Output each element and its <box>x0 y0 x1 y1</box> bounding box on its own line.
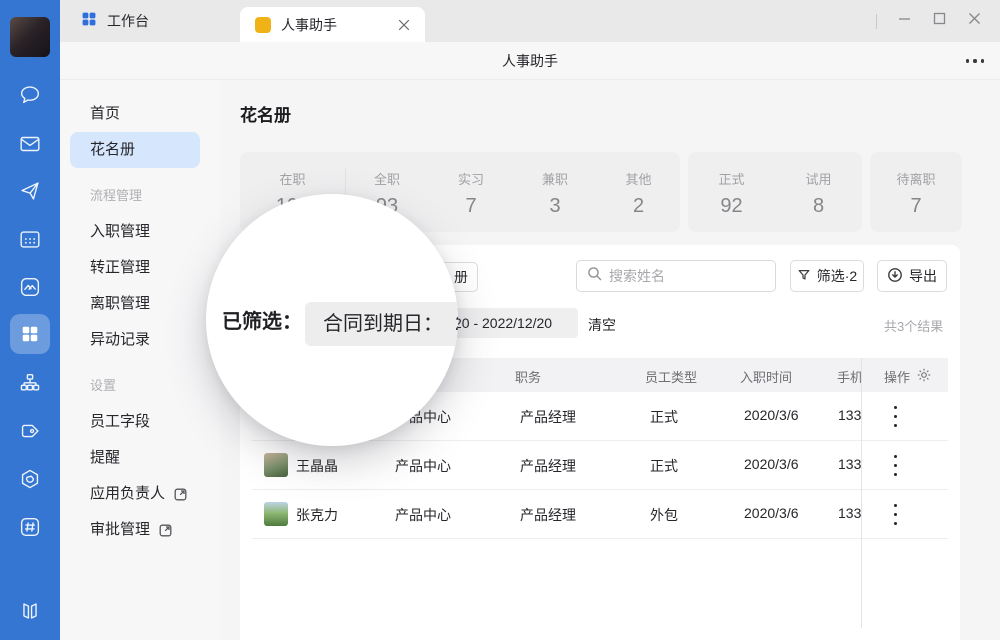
hr-app-icon <box>255 17 271 33</box>
tab-hr-assistant-label: 人事助手 <box>281 15 337 35</box>
package-icon[interactable] <box>0 464 60 494</box>
apps-grid-icon-active[interactable] <box>10 314 50 354</box>
minimize-button[interactable] <box>897 11 912 31</box>
funnel-icon <box>797 268 811 285</box>
mail-icon[interactable] <box>0 129 60 159</box>
stat-intern[interactable]: 实习 7 <box>429 152 513 232</box>
row-actions-kebab-icon[interactable] <box>889 455 901 476</box>
org-chart-icon[interactable] <box>0 368 60 398</box>
sidebar-item-app-owner[interactable]: 应用负责人 <box>60 476 220 512</box>
tab-strip: 工作台 人事助手 <box>60 0 1000 42</box>
bank-icon[interactable] <box>0 596 60 626</box>
export-button[interactable]: 导出 <box>877 260 947 292</box>
sidebar-item-regularization[interactable]: 转正管理 <box>60 250 220 286</box>
employee-avatar <box>264 453 288 477</box>
user-avatar[interactable] <box>10 17 50 57</box>
app-title: 人事助手 <box>60 42 1000 80</box>
filter-button[interactable]: 筛选·2 <box>790 260 864 292</box>
magnified-filtered-label: 已筛选： <box>222 305 302 334</box>
clear-filters-link[interactable]: 清空 <box>588 315 616 335</box>
hash-icon[interactable] <box>0 512 60 542</box>
col-title: 职务 <box>515 367 541 386</box>
window-controls <box>876 0 982 42</box>
chat-icon[interactable] <box>0 80 60 110</box>
external-link-icon <box>173 487 188 502</box>
tab-close-icon[interactable] <box>398 19 410 31</box>
workbench-grid-icon <box>80 10 98 33</box>
external-link-icon <box>158 523 173 538</box>
calendar-icon[interactable] <box>0 224 60 254</box>
search-box[interactable] <box>576 260 776 292</box>
sidebar-item-roster[interactable]: 花名册 <box>60 132 220 168</box>
filter-chip-date-range: 20 - 2022/12/20 <box>440 308 578 338</box>
close-window-button[interactable] <box>967 11 982 31</box>
sidebar-item-home[interactable]: 首页 <box>60 96 220 132</box>
search-input[interactable] <box>609 268 769 284</box>
search-icon <box>587 266 602 286</box>
magnified-filter-chip: 合同到期日：202 <box>305 302 458 346</box>
result-count: 共3个结果 <box>884 316 943 335</box>
magnifier-lens-overlay: 已筛选： 合同到期日：202 <box>206 194 458 446</box>
sidebar-section-process: 流程管理 <box>60 178 220 214</box>
page-title: 花名册 <box>240 101 291 126</box>
tag-icon[interactable] <box>0 416 60 446</box>
maximize-button[interactable] <box>932 11 947 31</box>
download-icon <box>887 267 903 286</box>
controls-divider <box>876 14 877 29</box>
sidebar-item-resignation[interactable]: 离职管理 <box>60 286 220 322</box>
sidebar-item-transfer-records[interactable]: 异动记录 <box>60 322 220 358</box>
row-actions-kebab-icon[interactable] <box>889 504 901 525</box>
table-row[interactable]: 张克力 产品中心 产品经理 外包 2020/3/6 1335 <box>252 490 948 539</box>
stat-regular[interactable]: 正式 92 <box>688 152 775 232</box>
column-settings-gear-icon[interactable] <box>916 367 932 388</box>
gallery-icon[interactable] <box>0 272 60 302</box>
send-icon[interactable] <box>0 176 60 206</box>
row-actions-kebab-icon[interactable] <box>889 406 901 427</box>
tab-hr-assistant[interactable]: 人事助手 <box>240 7 425 42</box>
col-actions: 操作 <box>884 367 910 386</box>
stat-probation[interactable]: 试用 8 <box>775 152 862 232</box>
sidebar-item-reminders[interactable]: 提醒 <box>60 440 220 476</box>
sidebar-item-onboarding[interactable]: 入职管理 <box>60 214 220 250</box>
stat-parttime[interactable]: 兼职 3 <box>513 152 597 232</box>
stats-card-leaving: 待离职 7 <box>870 152 962 232</box>
tab-workbench-label: 工作台 <box>107 11 149 31</box>
col-phone: 手机 <box>837 367 861 386</box>
app-header: 人事助手 <box>60 42 1000 80</box>
col-type: 员工类型 <box>645 367 697 386</box>
app-rail <box>0 0 60 640</box>
more-options-icon[interactable] <box>966 59 985 63</box>
employee-avatar <box>264 502 288 526</box>
stat-other[interactable]: 其他 2 <box>597 152 680 232</box>
tab-workbench[interactable]: 工作台 <box>74 0 155 42</box>
col-hire-date: 入职时间 <box>740 367 792 386</box>
sidebar-item-approval-mgmt[interactable]: 审批管理 <box>60 512 220 548</box>
stats-card-status: 正式 92 试用 8 <box>688 152 862 232</box>
table-row[interactable]: 王晶晶 产品中心 产品经理 正式 2020/3/6 1335 <box>252 441 948 490</box>
sidebar-nav: 首页 花名册 流程管理 入职管理 转正管理 离职管理 异动记录 设置 员工字段 … <box>60 80 220 640</box>
fixed-column-divider <box>861 358 862 628</box>
sidebar-section-settings: 设置 <box>60 368 220 404</box>
stat-pending-resignation[interactable]: 待离职 7 <box>870 152 962 232</box>
sidebar-item-employee-fields[interactable]: 员工字段 <box>60 404 220 440</box>
